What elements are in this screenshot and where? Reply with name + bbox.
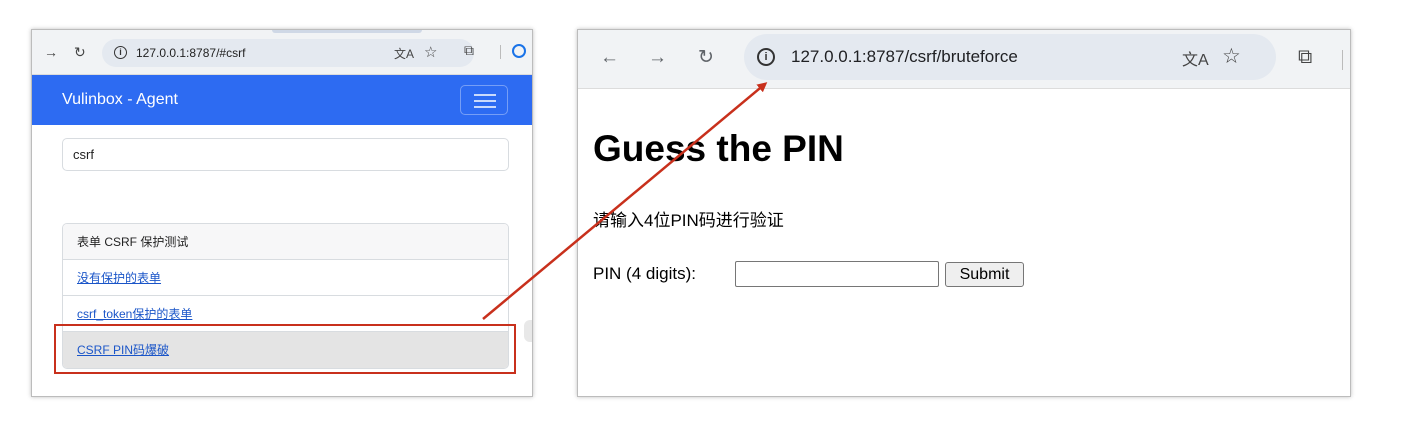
translate-icon[interactable]: 文A [394, 45, 414, 62]
list-item[interactable]: 没有保护的表单 [63, 260, 508, 296]
url-text[interactable]: 127.0.0.1:8787/csrf/bruteforce [791, 47, 1018, 67]
star-icon[interactable]: ☆ [424, 43, 437, 61]
page-description: 请输入4位PIN码进行验证 [593, 211, 784, 230]
info-icon[interactable]: i [757, 48, 775, 66]
forward-icon[interactable]: → [44, 44, 58, 60]
toolbar-divider [1342, 50, 1343, 70]
menu-toggle-button[interactable] [460, 85, 508, 115]
address-bar[interactable]: i 127.0.0.1:8787/csrf/bruteforce 文A ☆ [744, 34, 1276, 80]
scrollbar-handle[interactable] [524, 320, 532, 342]
right-browser-window: ← → ↻ i 127.0.0.1:8787/csrf/bruteforce 文… [577, 29, 1351, 397]
submit-button[interactable]: Submit [945, 262, 1024, 287]
info-icon[interactable]: i [114, 46, 127, 59]
menu-icon [474, 106, 496, 108]
toolbar-divider [500, 45, 501, 59]
url-text[interactable]: 127.0.0.1:8787/#csrf [136, 45, 245, 61]
extensions-icon[interactable]: ⧉ [464, 42, 474, 59]
account-icon[interactable] [512, 44, 526, 58]
list-header: 表单 CSRF 保护测试 [63, 224, 508, 260]
star-icon[interactable]: ☆ [1222, 44, 1241, 69]
app-navbar: Vulinbox - Agent [32, 75, 532, 125]
highlight-box [54, 324, 516, 374]
reload-icon[interactable]: ↻ [74, 44, 86, 60]
address-bar[interactable]: i 127.0.0.1:8787/#csrf 文A ☆ [102, 39, 474, 67]
forward-icon[interactable]: → [648, 47, 667, 69]
browser-toolbar: → ↻ i 127.0.0.1:8787/#csrf 文A ☆ ⧉ [32, 30, 532, 75]
menu-icon [474, 94, 496, 96]
extensions-icon[interactable]: ⧉ [1298, 46, 1312, 69]
list-item-link[interactable]: 没有保护的表单 [77, 271, 161, 285]
pin-input[interactable] [735, 261, 939, 287]
menu-icon [474, 100, 496, 102]
list-item-link[interactable]: csrf_token保护的表单 [77, 307, 192, 321]
page-title: Guess the PIN [593, 128, 844, 169]
search-input[interactable]: csrf [62, 138, 509, 171]
tab-strip-edge [272, 30, 422, 33]
pin-label: PIN (4 digits): [593, 264, 696, 283]
translate-icon[interactable]: 文A [1182, 46, 1209, 70]
back-icon[interactable]: ← [600, 47, 619, 69]
reload-icon[interactable]: ↻ [698, 47, 714, 69]
browser-toolbar: ← → ↻ i 127.0.0.1:8787/csrf/bruteforce 文… [578, 30, 1350, 89]
brand-title[interactable]: Vulinbox - Agent [62, 91, 178, 109]
